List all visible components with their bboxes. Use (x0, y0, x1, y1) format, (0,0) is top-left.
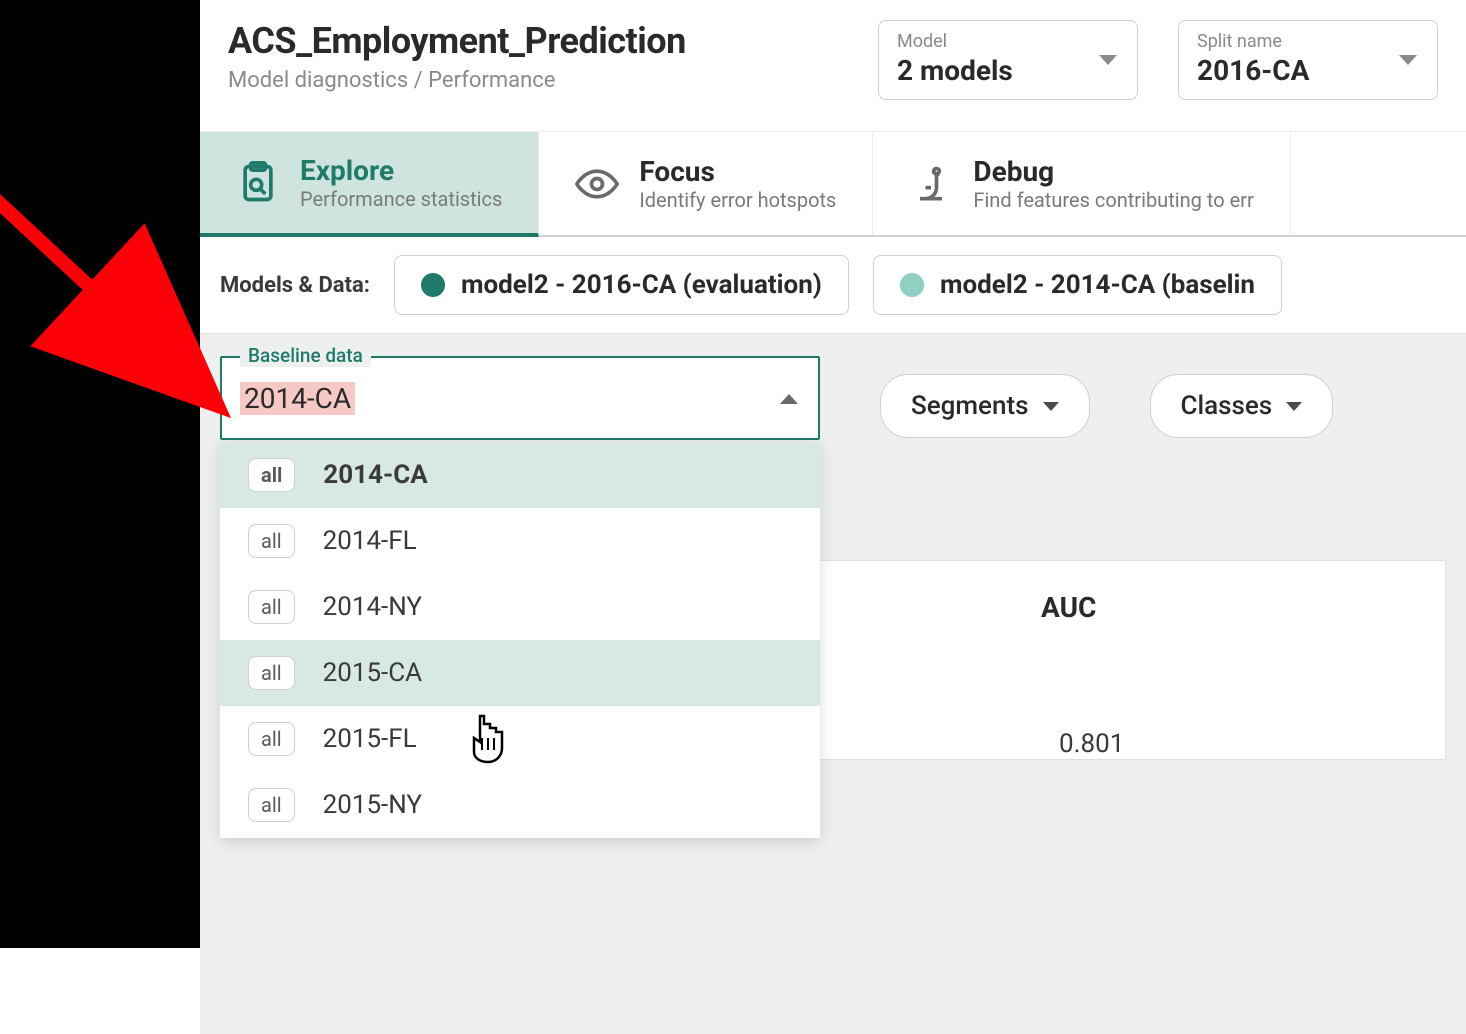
col-header-auc: AUC (1041, 591, 1096, 624)
segments-pill[interactable]: Segments (880, 374, 1090, 438)
baseline-option[interactable]: all 2014-CA (220, 442, 820, 508)
classes-pill[interactable]: Classes (1150, 374, 1334, 438)
microscope-icon (909, 162, 953, 206)
tab-focus-sub: Identify error hotspots (639, 188, 836, 212)
option-label: 2015-NY (323, 790, 422, 820)
model-select-label: Model (897, 31, 1119, 52)
option-label: 2015-FL (323, 724, 417, 754)
split-select-value: 2016-CA (1197, 54, 1419, 87)
tab-explore-sub: Performance statistics (300, 187, 502, 211)
option-badge: all (248, 788, 295, 822)
option-badge: all (248, 524, 295, 558)
segments-label: Segments (911, 391, 1029, 421)
option-badge: all (248, 722, 295, 756)
chip-evaluation[interactable]: model2 - 2016-CA (evaluation) (394, 255, 849, 315)
option-label: 2015-CA (323, 658, 423, 688)
chevron-down-icon (1286, 402, 1302, 411)
classes-label: Classes (1181, 391, 1273, 421)
title-block: ACS_Employment_Prediction Model diagnost… (228, 20, 838, 93)
left-margin-black (0, 0, 200, 948)
models-data-label: Models & Data: (220, 273, 370, 298)
models-data-row: Models & Data: model2 - 2016-CA (evaluat… (200, 237, 1466, 334)
tab-focus[interactable]: Focus Identify error hotspots (539, 132, 873, 235)
chip-baseline-label: model2 - 2014-CA (baselin (940, 270, 1255, 300)
dot-evaluation-icon (421, 273, 445, 297)
baseline-select[interactable]: Baseline data 2014-CA (220, 356, 820, 440)
baseline-option[interactable]: all 2014-FL (220, 508, 820, 574)
baseline-legend: Baseline data (240, 344, 371, 367)
tab-explore-text: Explore Performance statistics (300, 154, 502, 211)
option-label: 2014-FL (323, 526, 417, 556)
breadcrumb: Model diagnostics / Performance (228, 68, 838, 93)
auc-value: 0.801 (1059, 729, 1124, 759)
baseline-option[interactable]: all 2015-NY (220, 772, 820, 838)
option-badge: all (248, 458, 295, 492)
option-label: 2014-NY (323, 592, 422, 622)
chip-baseline[interactable]: model2 - 2014-CA (baselin (873, 255, 1282, 315)
tab-explore[interactable]: Explore Performance statistics (200, 132, 539, 237)
tab-explore-title: Explore (300, 154, 502, 187)
chip-evaluation-label: model2 - 2016-CA (evaluation) (461, 270, 822, 300)
split-select-label: Split name (1197, 31, 1419, 52)
tab-focus-title: Focus (639, 155, 836, 188)
baseline-option[interactable]: all 2015-FL (220, 706, 820, 772)
eye-icon (575, 162, 619, 206)
model-select-value: 2 models (897, 54, 1119, 87)
filter-row: Baseline data 2014-CA all2014-CAall2014-… (220, 356, 1446, 440)
chevron-down-icon (1399, 55, 1417, 65)
model-select[interactable]: Model 2 models (878, 20, 1138, 100)
baseline-select-wrap: Baseline data 2014-CA all2014-CAall2014-… (220, 356, 820, 440)
option-label: 2014-CA (323, 460, 427, 490)
chevron-up-icon (780, 394, 798, 404)
baseline-option[interactable]: all 2014-NY (220, 574, 820, 640)
tab-debug-sub: Find features contributing to err (973, 188, 1253, 212)
chevron-down-icon (1099, 55, 1117, 65)
tab-debug-text: Debug Find features contributing to err (973, 155, 1253, 212)
page-header: ACS_Employment_Prediction Model diagnost… (200, 0, 1466, 132)
content-area: Baseline data 2014-CA all 2014-CA all 2014-… (200, 334, 1466, 1034)
baseline-selected-value: 2014-CA (240, 382, 355, 415)
page-title: ACS_Employment_Prediction (228, 20, 838, 62)
baseline-option[interactable]: all 2015-CA (220, 640, 820, 706)
chevron-down-icon (1043, 402, 1059, 411)
tab-debug[interactable]: Debug Find features contributing to err (873, 132, 1290, 235)
tab-focus-text: Focus Identify error hotspots (639, 155, 836, 212)
clipboard-search-icon (236, 161, 280, 205)
option-badge: all (248, 656, 295, 690)
tabs-bar: Explore Performance statistics Focus Ide… (200, 132, 1466, 237)
app-frame: ACS_Employment_Prediction Model diagnost… (200, 0, 1466, 948)
split-select[interactable]: Split name 2016-CA (1178, 20, 1438, 100)
dot-baseline-icon (900, 273, 924, 297)
tab-debug-title: Debug (973, 155, 1253, 188)
option-badge: all (248, 590, 295, 624)
baseline-dropdown: all 2014-CA all 2014-FL all 2014-NY all 2015-CA… (220, 442, 820, 838)
